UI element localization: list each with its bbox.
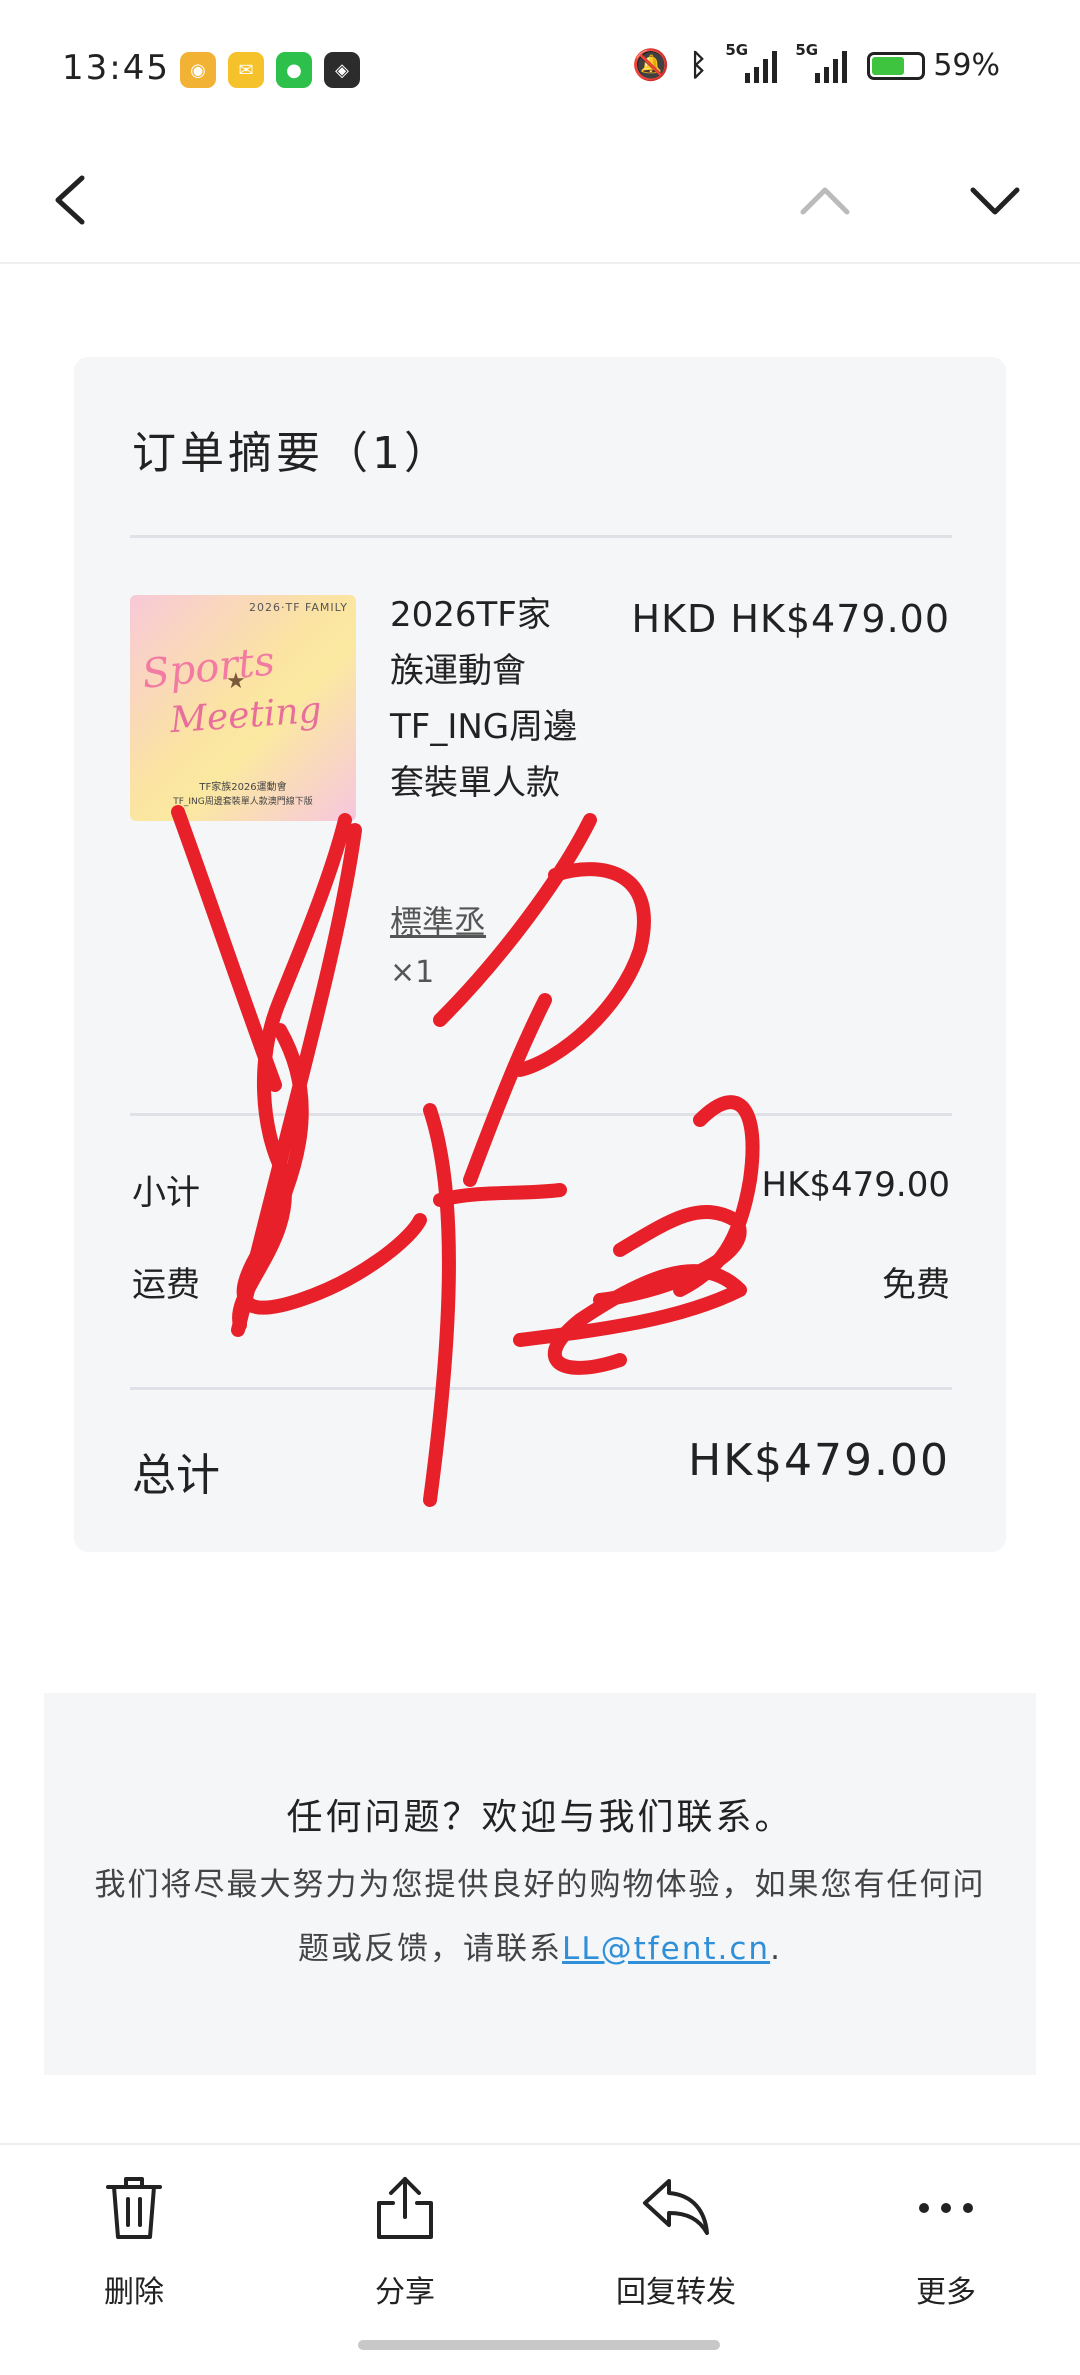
contact-email-link[interactable]: LL@tfent.cn xyxy=(562,1931,770,1967)
battery-indicator: 59% xyxy=(867,48,1000,83)
order-summary-card: 订单摘要（1） 2026·TF FAMILY Sports ★ Meeting … xyxy=(74,357,1006,1552)
battery-percent: 59% xyxy=(933,48,1000,83)
wechat-icon: ● xyxy=(276,52,312,88)
battery-icon xyxy=(867,51,926,80)
product-image-caption-1: TF家族2026運動會 xyxy=(199,782,287,793)
chevron-up-icon[interactable] xyxy=(795,170,855,230)
more-icon xyxy=(919,2203,973,2213)
product-name: 2026TF家族運動會TF_ING周邊套裝單人款 xyxy=(390,595,578,803)
divider xyxy=(130,535,952,538)
delete-button[interactable]: 删除 xyxy=(54,2175,214,2311)
reply-forward-button[interactable]: 回复转发 xyxy=(596,2175,756,2311)
product-image-title-2: Meeting xyxy=(168,689,323,742)
subtotal-value: HK$479.00 xyxy=(761,1165,950,1205)
delete-label: 删除 xyxy=(104,2275,164,2310)
weibo-icon: ◉ xyxy=(180,52,216,88)
product-quantity: ×1 xyxy=(390,955,435,990)
divider xyxy=(130,1387,952,1390)
chevron-left-icon[interactable] xyxy=(48,170,98,230)
contact-section: 任何问题？欢迎与我们联系。 我们将尽最大努力为您提供良好的购物体验，如果您有任何… xyxy=(44,1693,1036,2075)
silent-bell-icon: 🔕 xyxy=(631,48,670,83)
total-value: HK$479.00 xyxy=(688,1435,950,1486)
product-image-brand: 2026·TF FAMILY xyxy=(249,601,348,614)
notification-icons: ◉ ✉ ● ◈ xyxy=(180,52,360,88)
mail-app-icon: ✉ xyxy=(228,52,264,88)
contact-body-end: . xyxy=(770,1931,782,1967)
contact-body: 我们将尽最大努力为您提供良好的购物体验，如果您有任何问题或反馈，请联系LL@tf… xyxy=(84,1853,996,1981)
signal-icon: 5G xyxy=(725,41,778,83)
trash-icon xyxy=(106,2177,162,2239)
more-label: 更多 xyxy=(916,2275,976,2310)
product-image[interactable]: 2026·TF FAMILY Sports ★ Meeting TF家族2026… xyxy=(130,595,356,821)
product-variant: 標準丞 xyxy=(390,903,487,941)
product-image-caption-2: TF_ING周邊套裝單人款澳門線下版 xyxy=(173,797,313,807)
total-label: 总计 xyxy=(132,1450,220,1501)
share-icon xyxy=(377,2177,433,2239)
system-icons: 🔕 ᛒ 5G 5G 59% xyxy=(631,41,1000,84)
status-time: 13:45 xyxy=(62,48,170,88)
contact-body-text: 我们将尽最大努力为您提供良好的购物体验，如果您有任何问题或反馈，请联系 xyxy=(94,1867,986,1967)
signal-icon-2: 5G xyxy=(795,41,848,83)
nav-bar xyxy=(0,140,1080,264)
shipping-value: 免费 xyxy=(882,1265,950,1305)
product-image-title-1: Sports xyxy=(139,638,277,698)
subtotal-label: 小计 xyxy=(132,1173,200,1213)
shipping-label: 运费 xyxy=(132,1265,200,1305)
star-icon: ★ xyxy=(226,669,246,694)
share-button[interactable]: 分享 xyxy=(325,2175,485,2311)
home-indicator[interactable] xyxy=(358,2340,720,2350)
network-type-2: 5G xyxy=(795,40,819,59)
reply-forward-label: 回复转发 xyxy=(616,2275,736,2310)
order-summary-title: 订单摘要（1） xyxy=(132,428,452,479)
network-type-1: 5G xyxy=(725,40,749,59)
share-label: 分享 xyxy=(375,2275,435,2310)
reply-icon xyxy=(643,2179,709,2235)
more-button[interactable]: 更多 xyxy=(866,2175,1026,2311)
game-app-icon: ◈ xyxy=(324,52,360,88)
divider xyxy=(130,1113,952,1116)
product-price: HKD HK$479.00 xyxy=(631,597,950,641)
bluetooth-icon: ᛒ xyxy=(689,48,708,83)
chevron-down-icon[interactable] xyxy=(965,170,1025,230)
status-bar: 13:45 ◉ ✉ ● ◈ 🔕 ᛒ 5G 5G 59% xyxy=(0,0,1080,140)
contact-title: 任何问题？欢迎与我们联系。 xyxy=(286,1797,794,1838)
